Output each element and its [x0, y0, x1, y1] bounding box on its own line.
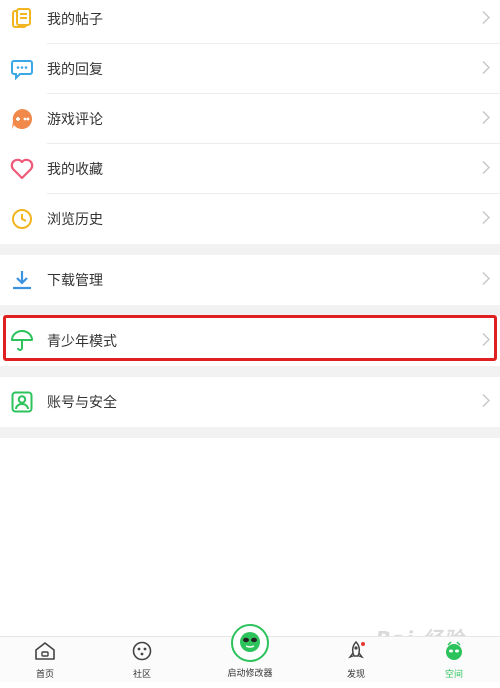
- menu-item-teen-mode[interactable]: 青少年模式: [0, 316, 500, 366]
- tab-space[interactable]: 空间: [424, 641, 484, 680]
- menu-group-personal: 我的帖子 我的回复 游戏评论 我的收藏 浏览历史: [0, 0, 500, 244]
- launch-modifier-button[interactable]: [231, 624, 269, 662]
- tab-home[interactable]: 首页: [15, 641, 75, 680]
- home-icon: [34, 641, 56, 665]
- menu-item-label: 浏览历史: [47, 212, 103, 228]
- bottom-tab-bar: 首页 社区 启动修改器 发现 空间: [0, 624, 500, 682]
- rocket-discover-icon: [345, 640, 367, 665]
- menu-item-game-reviews[interactable]: 游戏评论: [0, 94, 500, 144]
- menu-item-my-posts[interactable]: 我的帖子: [0, 0, 500, 44]
- menu-group-teen-mode: 青少年模式: [0, 316, 500, 366]
- menu-item-label: 我的回复: [47, 62, 103, 78]
- chevron-right-icon: [482, 332, 491, 351]
- tab-community[interactable]: 社区: [112, 641, 172, 680]
- tab-label: 首页: [35, 670, 54, 680]
- launch-modifier-icon: [237, 628, 263, 658]
- favorites-heart-icon: [10, 157, 34, 181]
- menu-item-download-management[interactable]: 下载管理: [0, 255, 500, 305]
- chevron-right-icon: [482, 60, 491, 79]
- menu-item-browse-history[interactable]: 浏览历史: [0, 194, 500, 244]
- space-icon: [442, 641, 466, 665]
- chevron-right-icon: [482, 10, 491, 29]
- tab-label: 社区: [132, 670, 151, 680]
- chevron-right-icon: [482, 271, 491, 290]
- menu-item-my-replies[interactable]: 我的回复: [0, 44, 500, 94]
- community-icon: [131, 641, 153, 665]
- section-gap: [0, 427, 500, 438]
- history-clock-icon: [10, 207, 34, 231]
- menu-item-label: 我的收藏: [47, 162, 103, 178]
- menu-item-label: 青少年模式: [47, 334, 117, 350]
- tab-label: 空间: [444, 670, 463, 680]
- menu-item-label: 我的帖子: [47, 12, 103, 28]
- chevron-right-icon: [482, 110, 491, 129]
- reply-icon: [10, 57, 34, 81]
- menu-item-my-favorites[interactable]: 我的收藏: [0, 144, 500, 194]
- section-gap: [0, 244, 500, 255]
- menu-item-label: 游戏评论: [47, 112, 103, 128]
- menu-item-label: 账号与安全: [47, 395, 117, 411]
- chevron-right-icon: [482, 393, 491, 412]
- menu-item-label: 下载管理: [47, 273, 103, 289]
- menu-group-account: 账号与安全: [0, 377, 500, 427]
- chevron-right-icon: [482, 160, 491, 179]
- section-gap: [0, 366, 500, 377]
- section-gap: [0, 305, 500, 316]
- tab-label: 发现: [346, 670, 365, 680]
- download-icon: [10, 268, 34, 292]
- tab-discover[interactable]: 发现: [326, 640, 386, 680]
- account-security-icon: [10, 390, 34, 414]
- menu-item-account-security[interactable]: 账号与安全: [0, 377, 500, 427]
- umbrella-icon: [10, 329, 34, 353]
- chevron-right-icon: [482, 210, 491, 229]
- game-review-icon: [10, 107, 34, 131]
- menu-group-downloads: 下载管理: [0, 255, 500, 305]
- posts-icon: [10, 7, 34, 31]
- tab-label: 启动修改器: [227, 669, 273, 679]
